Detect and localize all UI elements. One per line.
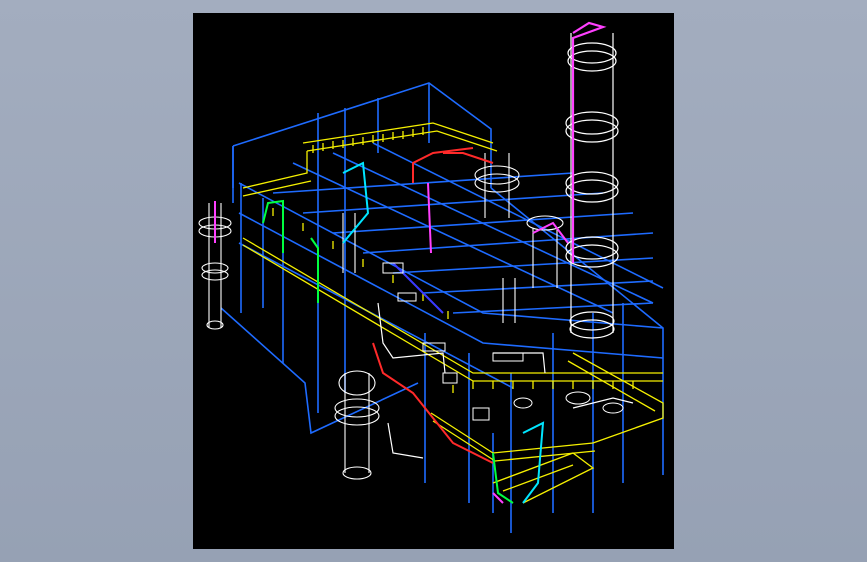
plant-3d-model[interactable]	[193, 13, 674, 549]
stack-process-line	[571, 21, 607, 263]
cad-viewport[interactable]	[193, 13, 674, 549]
steel-frame	[220, 82, 664, 533]
